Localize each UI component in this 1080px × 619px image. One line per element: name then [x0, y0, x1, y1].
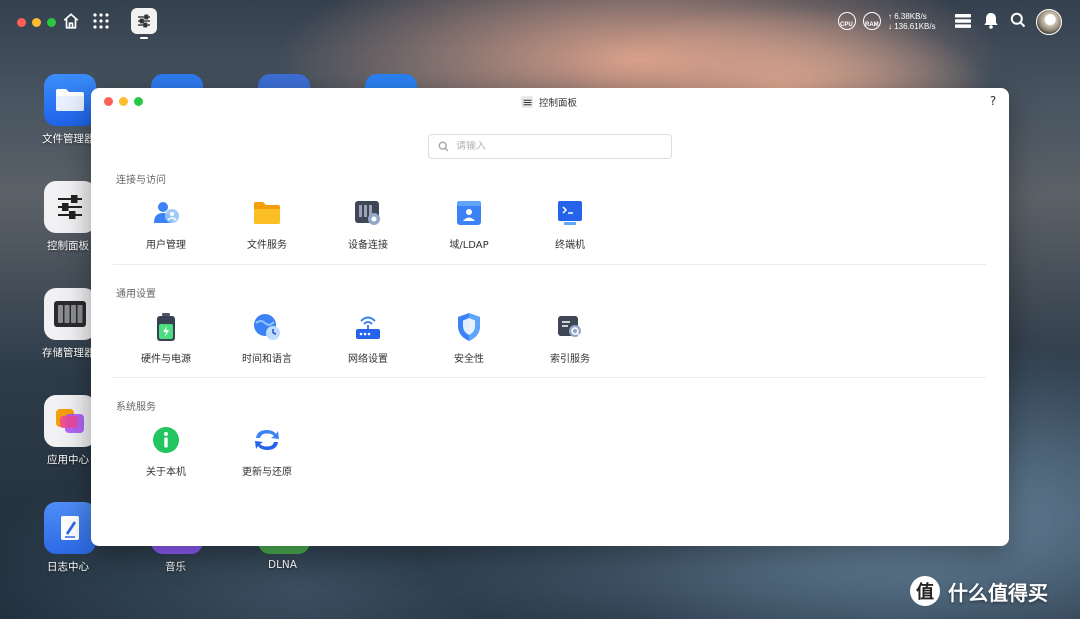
window-title-text: 控制面板	[539, 98, 578, 109]
app-grid-icon[interactable]	[93, 13, 109, 29]
desktop-control-panel-icon[interactable]	[44, 181, 96, 233]
battery-icon	[151, 312, 181, 342]
desktop-storage-manager-icon[interactable]	[44, 288, 96, 340]
window-maximize-button[interactable]	[134, 97, 143, 106]
search-input-icon	[438, 141, 449, 152]
top-bar: CPU RAM ↑ 6.38KB/s ↓ 136.61KB/s	[0, 0, 1080, 42]
section-divider	[113, 264, 986, 265]
section-title-connection: 连接与访问	[116, 175, 166, 186]
item-label: 域/LDAP	[449, 240, 489, 251]
download-speed: ↓ 136.61KB/s	[888, 22, 936, 31]
item-label: 设备连接	[348, 240, 388, 251]
shield-icon	[454, 312, 484, 342]
item-label: 文件服务	[247, 240, 287, 251]
router-icon	[353, 312, 383, 342]
ldap-icon	[454, 198, 484, 228]
device-icon	[353, 198, 383, 228]
window-close-button[interactable]	[104, 97, 113, 106]
item-label: 终端机	[555, 240, 585, 251]
info-icon	[151, 425, 181, 455]
item-label: 索引服务	[550, 354, 590, 365]
upload-speed: ↑ 6.38KB/s	[888, 12, 927, 21]
item-label: 安全性	[454, 354, 484, 365]
item-index-service[interactable]: 索引服务	[525, 312, 615, 372]
cpu-label: CPU	[840, 22, 853, 28]
section-title-general: 通用设置	[116, 289, 156, 300]
search-field[interactable]	[428, 134, 672, 159]
globe-clock-icon	[252, 312, 282, 342]
desktop-label-music: 音乐	[165, 561, 186, 573]
desktop-label-control-panel: 控制面板	[47, 240, 89, 252]
item-label: 网络设置	[348, 354, 388, 365]
bell-icon[interactable]	[982, 11, 1000, 29]
window-minimize-button[interactable]	[119, 97, 128, 106]
item-hardware-power[interactable]: 硬件与电源	[121, 312, 211, 372]
desktop-close-dot[interactable]	[17, 18, 26, 27]
item-label: 更新与还原	[242, 467, 292, 478]
desktop-label-dlna: DLNA	[268, 559, 297, 571]
network-speed: ↑ 6.38KB/s ↓ 136.61KB/s	[888, 12, 936, 32]
desktop-app-center-icon[interactable]	[44, 395, 96, 447]
taskbar-control-panel-icon[interactable]	[131, 8, 157, 34]
home-icon[interactable]	[61, 11, 81, 31]
control-panel-icon	[521, 96, 533, 108]
ram-label: RAM	[865, 22, 879, 28]
search-input[interactable]	[456, 141, 656, 152]
server-status-icon[interactable]	[954, 12, 972, 30]
watermark-badge: 值	[910, 576, 940, 606]
item-label: 时间和语言	[242, 354, 292, 365]
item-label: 硬件与电源	[141, 354, 191, 365]
window-title: 控制面板	[521, 95, 577, 109]
item-terminal[interactable]: 终端机	[525, 198, 615, 258]
index-search-icon	[555, 312, 585, 342]
desktop-label-file-manager: 文件管理器	[42, 133, 95, 145]
item-security[interactable]: 安全性	[424, 312, 514, 372]
search-icon[interactable]	[1009, 11, 1027, 29]
terminal-icon	[555, 198, 585, 228]
item-about[interactable]: 关于本机	[121, 425, 211, 485]
watermark-text: 什么值得买	[948, 580, 1048, 605]
folder-icon	[252, 198, 282, 228]
desktop-maximize-dot[interactable]	[47, 18, 56, 27]
item-file-services[interactable]: 文件服务	[222, 198, 312, 258]
desktop-log-center-icon[interactable]	[44, 502, 96, 554]
desktop-label-app-center: 应用中心	[47, 454, 89, 466]
desktop-minimize-dot[interactable]	[32, 18, 41, 27]
watermark: 值 什么值得买	[910, 576, 1048, 606]
item-network-settings[interactable]: 网络设置	[323, 312, 413, 372]
section-title-system: 系统服务	[116, 402, 156, 413]
sync-icon	[252, 425, 282, 455]
window-titlebar[interactable]: 控制面板 ?	[91, 88, 1009, 116]
section-divider	[113, 377, 986, 378]
item-user-management[interactable]: 用户管理	[121, 198, 211, 258]
item-domain-ldap[interactable]: 域/LDAP	[424, 198, 514, 258]
item-device-connection[interactable]: 设备连接	[323, 198, 413, 258]
avatar[interactable]	[1036, 9, 1062, 35]
desktop-file-manager-icon[interactable]	[44, 74, 96, 126]
item-label: 用户管理	[146, 240, 186, 251]
active-app-indicator	[140, 37, 148, 39]
desktop-label-storage-manager: 存储管理器	[42, 347, 95, 359]
control-panel-window: 控制面板 ? 连接与访问 用户管理 文件服务 设备连接 域/LDAP	[91, 88, 1009, 546]
item-time-language[interactable]: 时间和语言	[222, 312, 312, 372]
item-update-restore[interactable]: 更新与还原	[222, 425, 312, 485]
desktop-label-log-center: 日志中心	[47, 561, 89, 573]
users-icon	[151, 198, 181, 228]
item-label: 关于本机	[146, 467, 186, 478]
help-button[interactable]: ?	[985, 93, 1001, 109]
